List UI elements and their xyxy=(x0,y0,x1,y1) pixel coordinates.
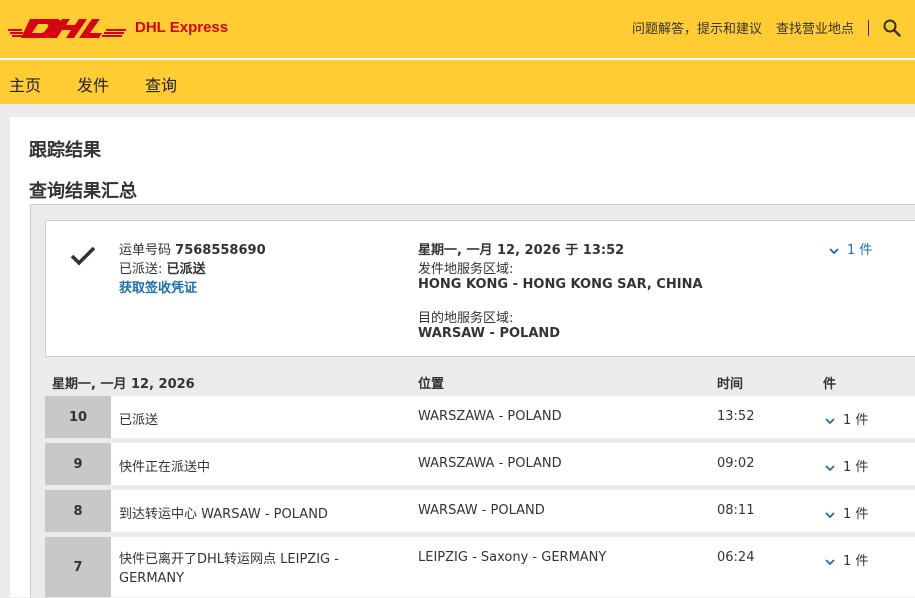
divider xyxy=(868,19,869,36)
section-title: 查询结果汇总 xyxy=(29,181,137,202)
chevron-down-icon xyxy=(829,247,839,254)
table-row: 7 快件已离开了DHL转运网点 LEIPZIG - GERMANY LEIPZI… xyxy=(45,537,915,597)
pieces-toggle[interactable]: 1 件 xyxy=(825,409,868,428)
pieces-count: 1 件 xyxy=(847,243,873,258)
event-description: 已派送 xyxy=(119,413,159,428)
chevron-down-icon xyxy=(825,558,835,565)
pieces-toggle[interactable]: 1 件 xyxy=(825,503,868,522)
pieces-toggle[interactable]: 1 件 xyxy=(829,239,872,258)
status-value: 已派送 xyxy=(166,262,206,277)
pieces-count: 1 件 xyxy=(843,413,869,428)
col-time: 时间 xyxy=(717,377,744,392)
event-time: 09:02 xyxy=(717,456,755,471)
destination-label: 目的地服务区域: xyxy=(418,311,514,326)
brand-name: DHL Express xyxy=(135,19,229,36)
chevron-down-icon xyxy=(825,464,835,471)
nav-track[interactable]: 查询 xyxy=(145,72,177,96)
event-number: 10 xyxy=(45,396,111,438)
event-time: 08:11 xyxy=(717,503,755,518)
chevron-down-icon xyxy=(825,511,835,518)
destination-value: WARSAW - POLAND xyxy=(418,326,561,341)
status-label: 已派送: xyxy=(119,262,163,277)
event-description: 到达转运中心 WARSAW - POLAND xyxy=(119,507,328,522)
origin-label: 发件地服务区域: xyxy=(418,262,514,277)
origin-value: HONG KONG - HONG KONG SAR, CHINA xyxy=(418,277,703,292)
top-links: 问题解答，提示和建议 查找营业地点 xyxy=(632,18,901,37)
waybill-label: 运单号码 xyxy=(119,243,172,258)
pieces-toggle[interactable]: 1 件 xyxy=(825,456,868,475)
event-location: WARSZAWA - POLAND xyxy=(418,456,562,471)
pieces-count: 1 件 xyxy=(843,507,869,522)
waybill-number: 7568558690 xyxy=(175,243,266,258)
event-location: WARSZAWA - POLAND xyxy=(418,409,562,424)
page-title: 跟踪结果 xyxy=(29,140,101,161)
event-description: 快件已离开了DHL转运网点 LEIPZIG - GERMANY xyxy=(119,552,339,586)
event-location: WARSAW - POLAND xyxy=(418,503,545,518)
status-line: 已派送: 已派送 xyxy=(119,258,206,277)
col-location: 位置 xyxy=(418,377,445,392)
pieces-count: 1 件 xyxy=(843,554,869,569)
faq-link[interactable]: 问题解答，提示和建议 xyxy=(632,18,762,37)
check-icon xyxy=(70,246,96,266)
table-row: 9 快件正在派送中 WARSZAWA - POLAND 09:02 1 件 xyxy=(45,443,915,485)
table-row: 10 已派送 WARSZAWA - POLAND 13:52 1 件 xyxy=(45,396,915,438)
event-number: 8 xyxy=(45,490,111,532)
event-location: LEIPZIG - Saxony - GERMANY xyxy=(418,550,607,565)
dhl-logo[interactable] xyxy=(8,17,126,39)
waybill-line: 运单号码 7568558690 xyxy=(119,239,266,258)
delivery-datetime: 星期一, 一月 12, 2026 于 13:52 xyxy=(418,243,625,258)
shipment-summary: 运单号码 7568558690 已派送: 已派送 获取签收凭证 星期一, 一月 … xyxy=(45,220,915,357)
event-time: 06:24 xyxy=(717,550,755,565)
proof-of-delivery-link[interactable]: 获取签收凭证 xyxy=(119,277,197,296)
top-bar: DHL Express 问题解答，提示和建议 查找营业地点 xyxy=(0,0,915,60)
event-number: 7 xyxy=(45,537,111,597)
event-description: 快件正在派送中 xyxy=(119,460,211,475)
search-icon[interactable] xyxy=(883,19,901,37)
find-location-link[interactable]: 查找营业地点 xyxy=(776,18,854,37)
pieces-toggle[interactable]: 1 件 xyxy=(825,550,868,569)
event-time: 13:52 xyxy=(717,409,755,424)
col-date: 星期一, 一月 12, 2026 xyxy=(52,377,195,392)
main-nav: 主页 发件 查询 xyxy=(0,60,915,104)
pieces-count: 1 件 xyxy=(843,460,869,475)
main-content: 跟踪结果 查询结果汇总 运单号码 7568558690 已派送: 已派送 获取签… xyxy=(10,117,915,598)
nav-home[interactable]: 主页 xyxy=(9,72,41,96)
col-pieces: 件 xyxy=(823,377,837,392)
chevron-down-icon xyxy=(825,417,835,424)
nav-ship[interactable]: 发件 xyxy=(77,72,109,96)
table-row: 8 到达转运中心 WARSAW - POLAND WARSAW - POLAND… xyxy=(45,490,915,532)
event-number: 9 xyxy=(45,443,111,485)
